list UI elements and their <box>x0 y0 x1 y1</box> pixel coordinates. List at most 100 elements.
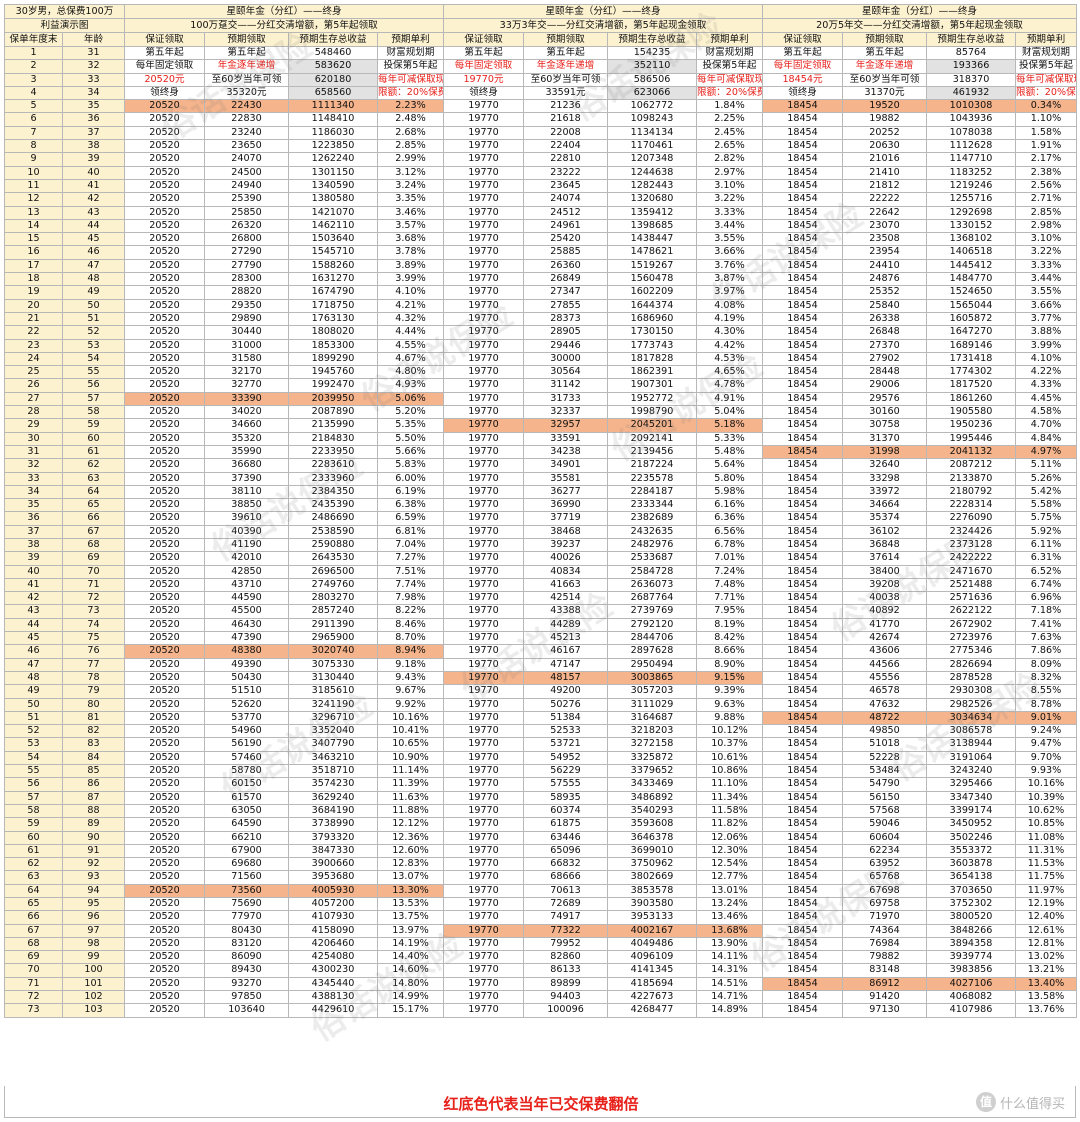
plan3-value-cell: 3191064 <box>926 750 1016 766</box>
age-cell: 86 <box>62 777 125 792</box>
plan3-value-cell: 3347340 <box>926 790 1016 805</box>
age-cell: 91 <box>62 843 125 859</box>
table-row: 7 37 20520 23240 1186030 2.68% 19770 22008 11341… <box>4 125 1077 141</box>
plan3-value-cell: 11.31% <box>1015 843 1077 859</box>
plan2-value-cell: 6.78% <box>696 537 763 553</box>
plan3-value-cell: 18454 <box>762 431 843 446</box>
plan2-value-cell: 领终身 <box>443 85 524 101</box>
policy-year-cell: 51 <box>4 710 63 726</box>
plan2-value-cell: 3433469 <box>607 777 697 792</box>
policy-year-cell: 37 <box>4 524 63 539</box>
plan3-value-cell: 1219246 <box>926 178 1016 194</box>
plan3-value-cell: 3.55% <box>1015 285 1077 300</box>
policy-year-cell: 48 <box>4 670 63 686</box>
plan3-value-cell: 6.52% <box>1015 564 1077 579</box>
plan1-value-cell: 7.27% <box>377 551 444 566</box>
plan2-value-cell: 19770 <box>443 990 524 1005</box>
table-row: 49 79 20520 51510 3185610 9.67% 19770 49200 3057… <box>4 684 1077 699</box>
table-row: 37 67 20520 40390 2538590 6.81% 19770 38468 2432… <box>4 524 1077 539</box>
plan2-value-cell: 1686960 <box>607 311 697 327</box>
plan1-value-cell: 38850 <box>204 498 289 513</box>
plan2-value-cell: 2792120 <box>607 617 697 633</box>
table-row: 15 45 20520 26800 1503640 3.68% 19770 25420 1438… <box>4 232 1077 247</box>
plan2-value-cell: 30000 <box>523 351 608 367</box>
plan2-value-cell: 21618 <box>523 112 608 127</box>
plan1-value-cell: 24940 <box>204 178 289 194</box>
plan1-value-cell: 48380 <box>204 644 289 659</box>
plan1-value-cell: 20520 <box>124 139 205 154</box>
age-cell: 95 <box>62 896 125 912</box>
plan2-value-cell: 3646378 <box>607 830 697 845</box>
plan3-value-cell: 18454 <box>762 165 843 180</box>
plan2-value-cell: 74917 <box>523 910 608 925</box>
policy-year-cell: 56 <box>4 777 63 792</box>
policy-year-cell: 59 <box>4 817 63 832</box>
plan1-value-cell: 35990 <box>204 444 289 460</box>
plan3-name: 星颐年金（分红）——终身 <box>762 4 1077 19</box>
plan2-value-cell: 19770 <box>443 870 524 885</box>
plan2-value-cell: 19770 <box>443 245 524 260</box>
table-row: 26 56 20520 32770 1992470 4.93% 19770 31142 1907… <box>4 378 1077 393</box>
plan3-value-cell: 18454 <box>762 245 843 260</box>
plan3-value-cell: 53484 <box>842 764 927 779</box>
plan3-value-cell: 18454 <box>762 378 843 393</box>
plan2-value-cell: 3.97% <box>696 285 763 300</box>
plan3-value-cell: 18454 <box>762 405 843 420</box>
age-cell: 68 <box>62 537 125 553</box>
policy-year-cell: 8 <box>4 139 63 154</box>
plan2-value-cell: 9.15% <box>696 670 763 686</box>
plan2-col-header: 保证领取 <box>443 32 524 47</box>
plan3-value-cell: 18454 <box>762 391 843 407</box>
plan3-value-cell: 13.02% <box>1015 950 1077 965</box>
plan1-value-cell: 20520 <box>124 205 205 220</box>
age-cell: 64 <box>62 484 125 500</box>
plan1-value-cell: 1111340 <box>288 99 378 114</box>
plan1-value-cell: 34660 <box>204 418 289 433</box>
policy-year-cell: 72 <box>4 990 63 1005</box>
plan1-value-cell: 7.98% <box>377 591 444 606</box>
plan3-col-header: 预期领取 <box>842 32 927 47</box>
plan3-value-cell: 2775346 <box>926 644 1016 659</box>
plan3-value-cell: 3399174 <box>926 803 1016 819</box>
plan3-value-cell: 1524650 <box>926 285 1016 300</box>
plan3-value-cell: 6.74% <box>1015 577 1077 593</box>
plan1-value-cell: 5.20% <box>377 405 444 420</box>
plan1-value-cell: 548460 <box>288 45 378 61</box>
plan3-value-cell: 31370元 <box>842 85 927 101</box>
plan1-value-cell: 5.50% <box>377 431 444 446</box>
plan2-name: 星颐年金（分红）——终身 <box>443 4 763 19</box>
plan2-value-cell: 9.63% <box>696 697 763 712</box>
plan2-value-cell: 3593608 <box>607 817 697 832</box>
plan1-value-cell: 3352040 <box>288 724 378 739</box>
plan1-value-cell: 32170 <box>204 365 289 380</box>
plan3-value-cell: 1861260 <box>926 391 1016 407</box>
plan1-value-cell: 20520 <box>124 644 205 659</box>
plan3-value-cell: 12.19% <box>1015 896 1077 912</box>
plan1-value-cell: 53770 <box>204 710 289 726</box>
plan2-value-cell: 3750962 <box>607 857 697 872</box>
plan1-value-cell: 20520 <box>124 591 205 606</box>
plan3-value-cell: 2422222 <box>926 551 1016 566</box>
plan1-value-cell: 64590 <box>204 817 289 832</box>
plan2-value-cell: 22008 <box>523 125 608 141</box>
age-cell: 103 <box>62 1003 125 1018</box>
plan2-value-cell: 12.54% <box>696 857 763 872</box>
plan2-value-cell: 4.42% <box>696 338 763 353</box>
plan2-value-cell: 9.88% <box>696 710 763 726</box>
table-row: 9 39 20520 24070 1262240 2.99% 19770 22810 12073… <box>4 152 1077 167</box>
plan3-value-cell: 36102 <box>842 524 927 539</box>
table-row: 6 36 20520 22830 1148410 2.48% 19770 21618 10982… <box>4 112 1077 127</box>
policy-year-cell: 42 <box>4 591 63 606</box>
plan1-value-cell: 2.85% <box>377 139 444 154</box>
age-cell: 57 <box>62 391 125 407</box>
policy-year-cell: 41 <box>4 577 63 593</box>
plan1-value-cell: 14.60% <box>377 963 444 978</box>
plan3-value-cell: 18454 <box>762 338 843 353</box>
plan1-value-cell: 4107930 <box>288 910 378 925</box>
plan3-value-cell: 36848 <box>842 537 927 553</box>
plan2-value-cell: 19770 <box>443 777 524 792</box>
plan2-value-cell: 4.78% <box>696 378 763 393</box>
plan1-value-cell: 5.83% <box>377 458 444 473</box>
plan3-value-cell: 3243240 <box>926 764 1016 779</box>
plan1-value-cell: 2184830 <box>288 431 378 446</box>
